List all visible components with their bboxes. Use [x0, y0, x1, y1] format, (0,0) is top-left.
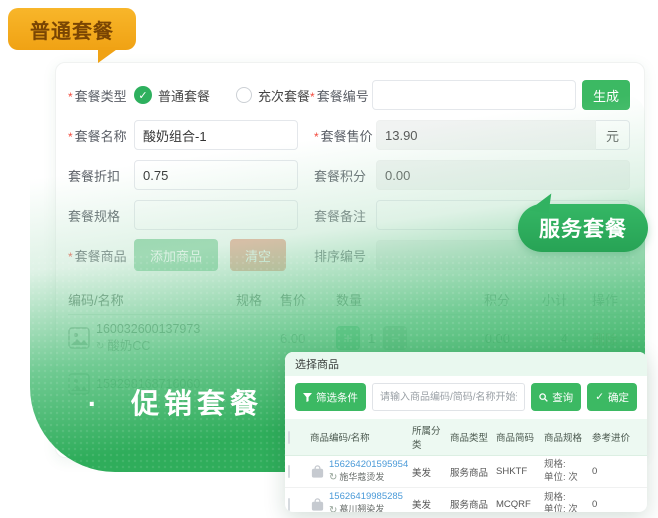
col-spec: 规格 — [236, 290, 280, 309]
package-price-label: 套餐售价 — [314, 126, 376, 145]
product-search-input[interactable] — [372, 383, 525, 411]
mcol-code-name: 商品编码/名称 — [307, 419, 409, 456]
col-qty: 数量 — [336, 290, 448, 309]
modal-product-table: 商品编码/名称 所属分类 商品类型 商品简码 商品规格 参考进价 156264 — [285, 419, 647, 512]
package-code-label: 套餐编号 — [310, 86, 372, 105]
form-row-discount-points: 套餐折扣 套餐积分 — [68, 155, 630, 195]
cell-price: 6.00 — [280, 331, 336, 346]
row-checkbox[interactable] — [288, 498, 290, 511]
mcol-short-code: 商品简码 — [493, 419, 541, 456]
sync-icon: ↻ — [329, 504, 337, 512]
search-button-label: 查询 — [552, 390, 573, 405]
package-name-input[interactable] — [134, 120, 298, 150]
add-product-button[interactable]: 添加商品 — [134, 239, 218, 271]
select-product-modal: 选择商品 筛选条件 查询 ✓ 确定 商品编码/名称 所属分类 商品类 — [285, 352, 647, 512]
confirm-button-label: 确定 — [608, 390, 629, 405]
product-code-link[interactable]: 15626419985285 — [329, 491, 403, 502]
cell-spec-line1: 规格: — [544, 459, 566, 470]
check-icon: ✓ — [595, 391, 604, 403]
radio-recharge-label: 充次套餐 — [258, 86, 310, 105]
form-row-type: 套餐类型 普通套餐 充次套餐 套餐编号 生成 — [68, 75, 630, 115]
product-name: 慕川翘染发 — [339, 504, 384, 512]
filter-button-label: 筛选条件 — [316, 390, 358, 405]
sync-icon: ↻ — [329, 471, 337, 484]
qty-decrease-button[interactable] — [383, 326, 407, 350]
modal-table-header-row: 商品编码/名称 所属分类 商品类型 商品简码 商品规格 参考进价 — [285, 419, 647, 456]
package-code-input[interactable] — [372, 80, 576, 110]
cell-short-code: MCQRF — [493, 488, 541, 512]
mcol-category: 所属分类 — [409, 419, 447, 456]
package-discount-label: 套餐折扣 — [68, 166, 134, 185]
delete-row-link[interactable]: 删除 — [568, 329, 618, 348]
package-type-radio-group: 普通套餐 充次套餐 — [134, 86, 310, 105]
qty-increase-button[interactable] — [336, 326, 360, 350]
cell-category: 美发 — [409, 488, 447, 512]
col-subtotal: 小计 — [510, 290, 568, 309]
radio-normal-package[interactable]: 普通套餐 — [134, 86, 210, 105]
package-discount-input[interactable] — [134, 160, 298, 190]
product-name: 酸奶CC — [107, 338, 150, 355]
clear-button[interactable]: 清空 — [230, 239, 286, 271]
cell-category: 美发 — [409, 456, 447, 488]
cell-points: 0.00 — [448, 331, 510, 346]
product-code-link[interactable]: 156264201595954 — [329, 459, 408, 470]
cell-spec-line1: 规格: — [544, 492, 566, 503]
table-row[interactable]: 156264201595954 ↻施华蔻烫发 美发 服务商品 SHKTF 规格:… — [285, 456, 647, 488]
package-spec-label: 套餐规格 — [68, 206, 134, 225]
package-products-label: 套餐商品 — [68, 246, 134, 265]
search-button[interactable]: 查询 — [531, 383, 581, 411]
price-unit-suffix: 元 — [596, 120, 630, 150]
package-points-input — [376, 160, 630, 190]
select-all-checkbox[interactable] — [288, 431, 290, 444]
radio-recharge-package[interactable]: 充次套餐 — [236, 86, 310, 105]
sort-number-label: 排序编号 — [314, 246, 376, 265]
cell-type: 服务商品 — [447, 456, 493, 488]
cell-subtotal: 4 — [510, 331, 568, 346]
products-table-header: 编码/名称 规格 售价 数量 积分 小计 操作 — [68, 285, 630, 315]
normal-package-bubble: 普通套餐 — [8, 8, 136, 50]
package-name-label: 套餐名称 — [68, 126, 134, 145]
product-code: 160032600137973 — [96, 321, 200, 338]
package-spec-input[interactable] — [134, 200, 298, 230]
sync-icon: ↻ — [96, 340, 104, 354]
radio-unchecked-icon — [236, 87, 252, 103]
radio-checked-icon — [134, 86, 152, 104]
qty-value: 1 — [368, 331, 375, 346]
col-code-name: 编码/名称 — [68, 290, 236, 309]
cell-type: 服务商品 — [447, 488, 493, 512]
product-name: 施华蔻烫发 — [339, 472, 384, 484]
cell-ref-price: 0 — [589, 456, 647, 488]
col-points: 积分 — [448, 290, 510, 309]
row-checkbox[interactable] — [288, 465, 290, 478]
bag-icon — [310, 497, 325, 512]
package-type-label: 套餐类型 — [68, 86, 134, 105]
package-note-label: 套餐备注 — [314, 206, 376, 225]
cell-short-code: SHKTF — [493, 456, 541, 488]
confirm-button[interactable]: ✓ 确定 — [587, 383, 637, 411]
col-price: 售价 — [280, 290, 336, 309]
bag-icon — [310, 464, 325, 479]
cell-spec-line2: 单位: 次 — [544, 504, 578, 512]
mcol-ref-price: 参考进价 — [589, 419, 647, 456]
form-row-name-price: 套餐名称 套餐售价 元 — [68, 115, 630, 155]
package-points-label: 套餐积分 — [314, 166, 376, 185]
cell-spec-line2: 单位: 次 — [544, 472, 578, 483]
cell-ref-price: 0 — [589, 488, 647, 512]
filter-button[interactable]: 筛选条件 — [295, 383, 366, 411]
col-action: 操作 — [568, 290, 618, 309]
filter-icon — [303, 393, 312, 402]
image-placeholder-icon — [68, 327, 90, 349]
search-icon — [539, 393, 548, 402]
package-price-input — [376, 120, 596, 150]
mcol-type: 商品类型 — [447, 419, 493, 456]
radio-normal-label: 普通套餐 — [158, 86, 210, 105]
service-package-bubble: 服务套餐 — [518, 204, 648, 252]
generate-button[interactable]: 生成 — [582, 80, 630, 110]
table-row[interactable]: 15626419985285 ↻慕川翘染发 美发 服务商品 MCQRF 规格:单… — [285, 488, 647, 512]
modal-toolbar: 筛选条件 查询 ✓ 确定 — [285, 376, 647, 417]
mcol-spec: 商品规格 — [541, 419, 589, 456]
modal-title: 选择商品 — [285, 352, 647, 376]
